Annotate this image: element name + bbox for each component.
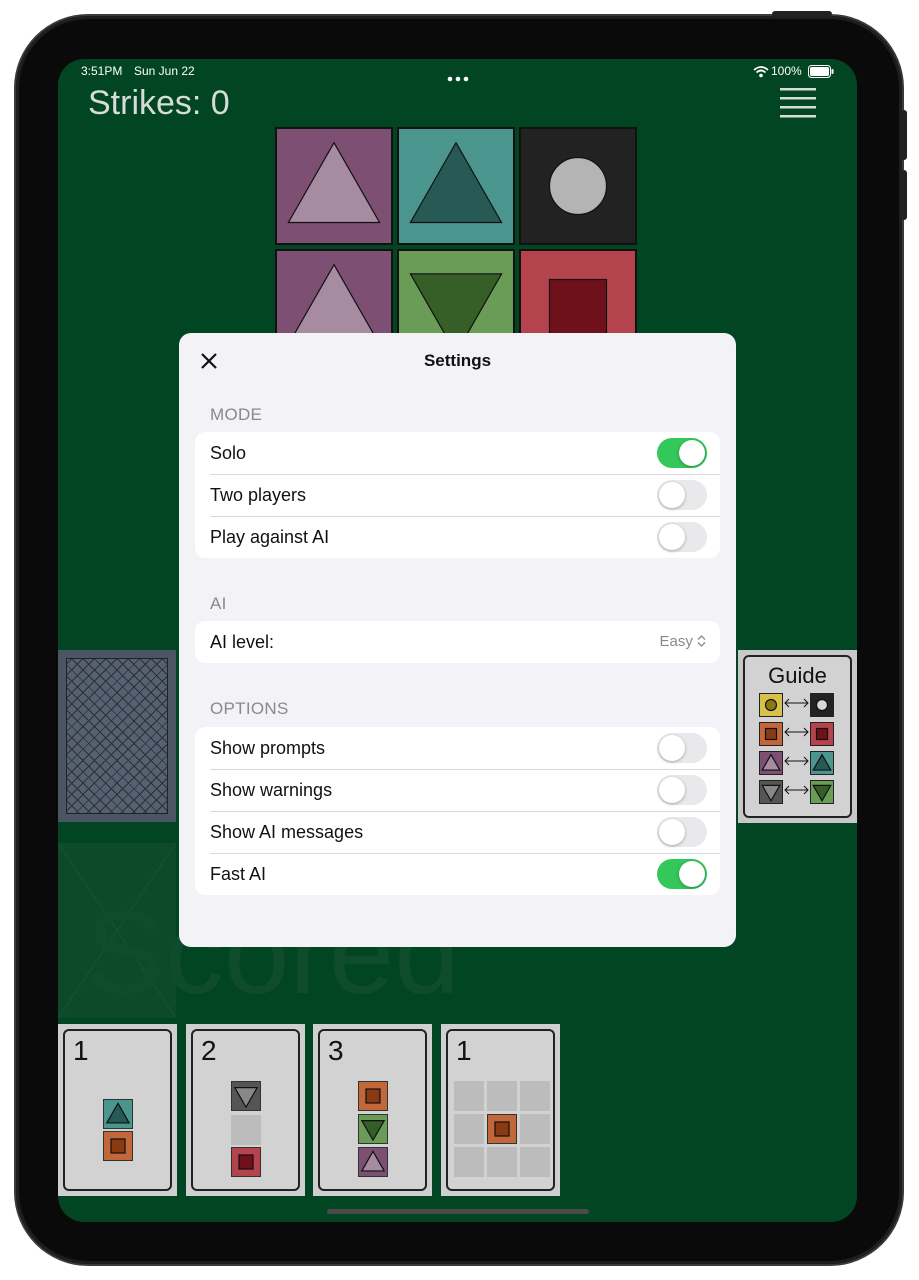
row-label: Show warnings	[210, 780, 333, 800]
pattern-square	[358, 1114, 388, 1144]
pattern-square	[231, 1081, 261, 1111]
guide-title: Guide	[768, 663, 827, 688]
guide-swatch	[759, 751, 783, 775]
two-players-row[interactable]: Two players	[195, 474, 720, 516]
hand-card[interactable]: 2	[186, 1024, 305, 1196]
strikes-counter: Strikes: 0	[88, 84, 230, 122]
empty-cell	[520, 1114, 550, 1144]
pattern-square	[358, 1081, 388, 1111]
empty-cell	[231, 1115, 261, 1145]
sheet-title: Settings	[423, 351, 492, 370]
empty-cell	[454, 1114, 484, 1144]
settings-sheet: Settings MODE Solo Two players Play agai…	[179, 333, 736, 947]
show-warnings-row[interactable]: Show warnings	[195, 769, 720, 811]
two-players-toggle[interactable]	[657, 480, 707, 510]
card-number: 1	[456, 1035, 472, 1066]
mode-group: Solo Two players Play against AI	[195, 432, 720, 558]
solo-toggle[interactable]	[657, 438, 707, 468]
solo-row[interactable]: Solo	[195, 432, 720, 474]
triangleup-shape-icon	[287, 141, 381, 224]
pattern-square	[487, 1114, 517, 1144]
guide-swatch	[759, 693, 783, 717]
home-indicator[interactable]	[327, 1209, 589, 1214]
show-warnings-toggle[interactable]	[657, 775, 707, 805]
guide-swatch	[810, 751, 834, 775]
show-ai-messages-toggle[interactable]	[657, 817, 707, 847]
play-against-ai-row[interactable]: Play against AI	[195, 516, 720, 558]
play-against-ai-toggle[interactable]	[657, 522, 707, 552]
top-button	[772, 11, 832, 17]
ai-level-row[interactable]: AI level: Easy	[195, 621, 720, 663]
show-prompts-toggle[interactable]	[657, 733, 707, 763]
pattern-square	[103, 1099, 133, 1129]
guide-swatch	[810, 693, 834, 717]
double-arrow-icon	[783, 697, 810, 712]
row-label: Solo	[210, 443, 247, 463]
board-tile[interactable]	[275, 127, 393, 245]
empty-cell	[487, 1081, 517, 1111]
card-back-pattern	[66, 658, 168, 814]
card-number: 3	[328, 1035, 344, 1066]
chevron-updown-icon	[697, 635, 706, 647]
card-number: 1	[73, 1035, 89, 1066]
row-label: Fast AI	[210, 864, 267, 884]
volume-down-button	[901, 170, 907, 220]
fast-ai-toggle[interactable]	[657, 859, 707, 889]
triangleup-shape-icon	[409, 141, 503, 224]
status-date: Sun Jun 22	[134, 64, 195, 78]
wifi-icon	[753, 65, 769, 83]
pattern-square	[358, 1147, 388, 1177]
empty-cell	[520, 1147, 550, 1177]
hand-card[interactable]: 1	[58, 1024, 177, 1196]
draw-deck[interactable]	[58, 650, 176, 822]
ai-section-header: AI	[210, 594, 227, 613]
row-label: Play against AI	[210, 527, 330, 547]
ai-group: AI level: Easy	[195, 621, 720, 663]
fast-ai-row[interactable]: Fast AI	[195, 853, 720, 895]
status-time: 3:51PM	[81, 64, 123, 78]
card-number: 2	[201, 1035, 217, 1066]
empty-cell	[520, 1081, 550, 1111]
guide-swatch	[759, 780, 783, 804]
battery-icon	[808, 65, 834, 83]
row-label: Show AI messages	[210, 822, 364, 842]
mode-section-header: MODE	[210, 405, 263, 424]
double-arrow-icon	[783, 726, 810, 741]
show-ai-messages-row[interactable]: Show AI messages	[195, 811, 720, 853]
hand-card[interactable]: 1	[441, 1024, 560, 1196]
pattern-square	[103, 1131, 133, 1161]
ai-level-picker[interactable]: Easy	[659, 633, 706, 650]
guide-swatch	[810, 722, 834, 746]
empty-cell	[454, 1081, 484, 1111]
volume-up-button	[901, 110, 907, 160]
row-label: Show prompts	[210, 738, 326, 758]
row-label: Two players	[210, 485, 307, 505]
options-section-header: OPTIONS	[210, 699, 289, 718]
guide-swatch	[759, 722, 783, 746]
double-arrow-icon	[783, 755, 810, 770]
battery-percent: 100%	[771, 64, 802, 78]
circle-shape-icon	[548, 156, 608, 216]
hand-card[interactable]: 3	[313, 1024, 432, 1196]
board-tile[interactable]	[397, 127, 515, 245]
show-prompts-row[interactable]: Show prompts	[195, 727, 720, 769]
board-tile[interactable]	[519, 127, 637, 245]
empty-cell	[487, 1147, 517, 1177]
guide-swatch	[810, 780, 834, 804]
options-group: Show prompts Show warnings Show AI messa…	[195, 727, 720, 895]
guide-card: Guide	[738, 650, 857, 823]
double-arrow-icon	[783, 784, 810, 799]
ai-level-value: Easy	[659, 633, 693, 650]
hamburger-menu-icon[interactable]	[780, 87, 816, 124]
multitask-dots-icon[interactable]	[447, 69, 469, 87]
pattern-square	[231, 1147, 261, 1177]
ai-level-label: AI level:	[210, 632, 275, 652]
empty-cell	[454, 1147, 484, 1177]
